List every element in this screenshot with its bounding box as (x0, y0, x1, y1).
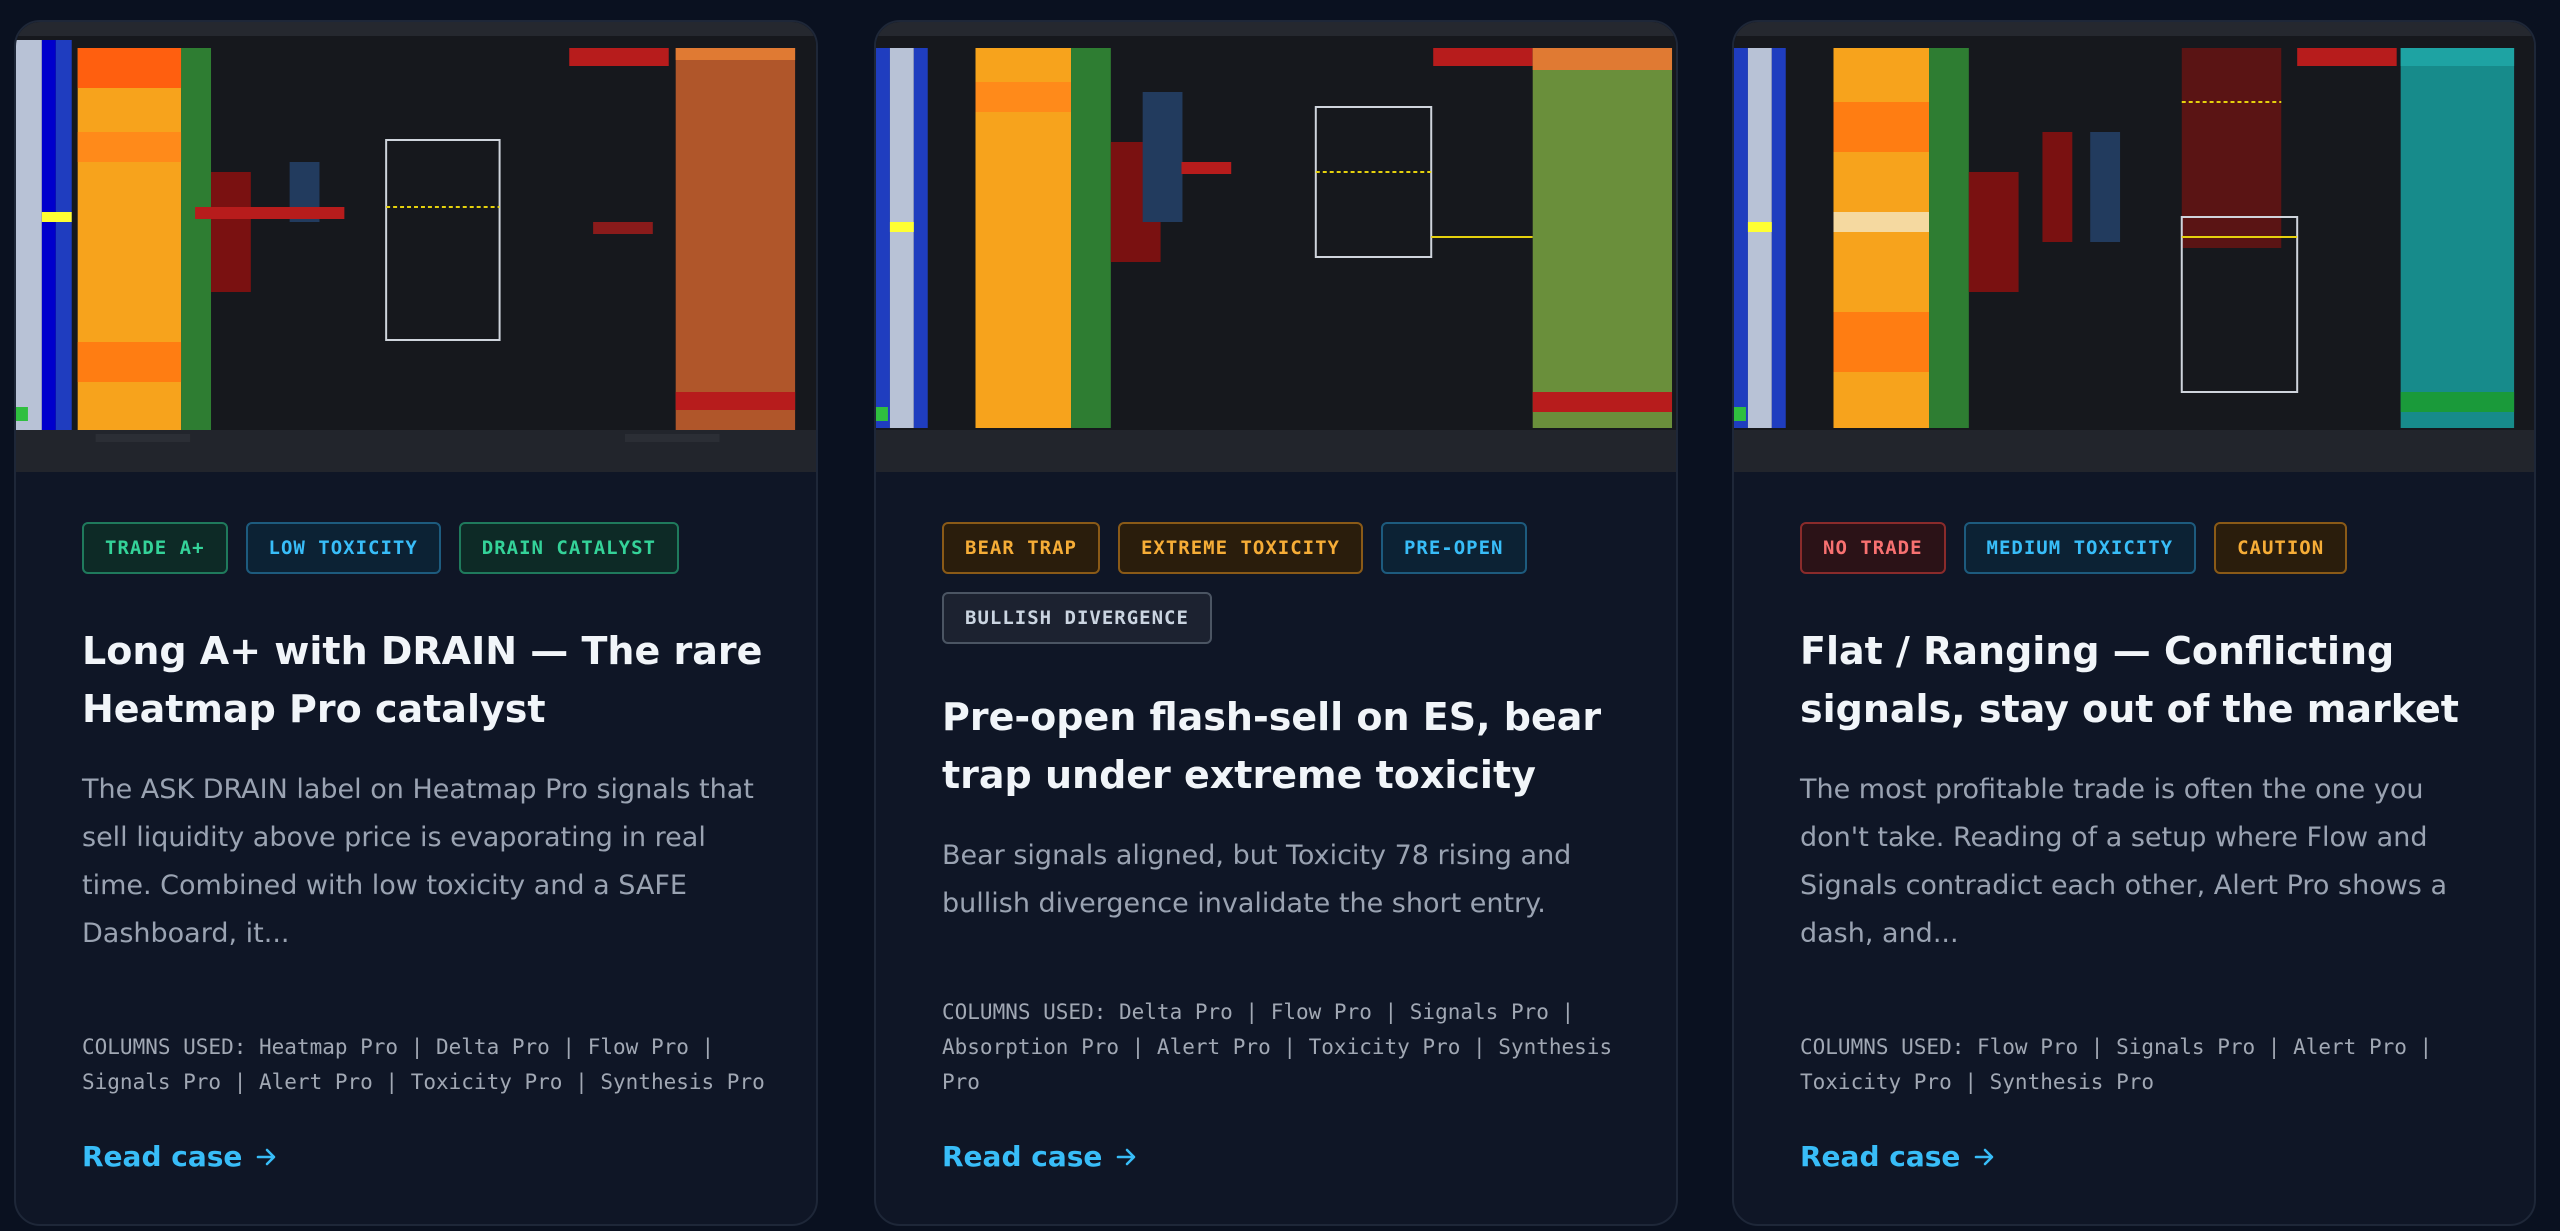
badge-caution[interactable]: CAUTION (2214, 522, 2348, 574)
badge-drain-catalyst[interactable]: DRAIN CATALYST (458, 522, 679, 574)
read-case-label: Read case (1800, 1140, 1961, 1173)
case-screenshot (1734, 22, 2534, 472)
arrow-right-icon (1114, 1145, 1138, 1169)
read-case-link[interactable]: Read case (942, 1140, 1138, 1174)
badge-trade-a-plus[interactable]: TRADE A+ (82, 522, 228, 574)
case-title[interactable]: Pre-open flash-sell on ES, bear trap und… (942, 688, 1626, 804)
badge-list: NO TRADE MEDIUM TOXICITY CAUTION (1800, 522, 2484, 574)
case-description: The ASK DRAIN label on Heatmap Pro signa… (82, 774, 754, 949)
case-description: The most profitable trade is often the o… (1800, 774, 2447, 949)
case-description: Bear signals aligned, but Toxicity 78 ri… (942, 840, 1572, 919)
arrow-right-icon (254, 1145, 278, 1169)
badge-list: TRADE A+ LOW TOXICITY DRAIN CATALYST (82, 522, 766, 574)
columns-used: COLUMNS USED: Flow Pro | Signals Pro | A… (1800, 1035, 2433, 1094)
case-card-1[interactable]: TRADE A+ LOW TOXICITY DRAIN CATALYST Lon… (14, 20, 818, 1226)
case-screenshot (876, 22, 1676, 472)
badge-extreme-toxicity[interactable]: EXTREME TOXICITY (1117, 522, 1363, 574)
badge-list: BEAR TRAP EXTREME TOXICITY PRE-OPEN BULL… (942, 522, 1626, 644)
read-case-label: Read case (82, 1140, 243, 1173)
read-case-link[interactable]: Read case (1800, 1140, 1996, 1174)
case-screenshot (16, 22, 816, 472)
badge-bear-trap[interactable]: BEAR TRAP (942, 522, 1100, 574)
arrow-right-icon (1972, 1145, 1996, 1169)
case-title[interactable]: Flat / Ranging — Conflicting signals, st… (1800, 622, 2484, 738)
badge-no-trade[interactable]: NO TRADE (1800, 522, 1946, 574)
read-case-link[interactable]: Read case (82, 1140, 278, 1174)
case-card-3[interactable]: NO TRADE MEDIUM TOXICITY CAUTION Flat / … (1732, 20, 2536, 1226)
badge-pre-open[interactable]: PRE-OPEN (1380, 522, 1527, 574)
badge-bullish-divergence[interactable]: BULLISH DIVERGENCE (942, 592, 1212, 644)
case-card-2[interactable]: BEAR TRAP EXTREME TOXICITY PRE-OPEN BULL… (874, 20, 1678, 1226)
columns-used: COLUMNS USED: Delta Pro | Flow Pro | Sig… (942, 1000, 1613, 1094)
case-title[interactable]: Long A+ with DRAIN — The rare Heatmap Pr… (82, 622, 766, 738)
badge-low-toxicity[interactable]: LOW TOXICITY (245, 522, 441, 574)
read-case-label: Read case (942, 1140, 1103, 1173)
badge-medium-toxicity[interactable]: MEDIUM TOXICITY (1963, 522, 2197, 574)
columns-used: COLUMNS USED: Heatmap Pro | Delta Pro | … (82, 1035, 765, 1094)
